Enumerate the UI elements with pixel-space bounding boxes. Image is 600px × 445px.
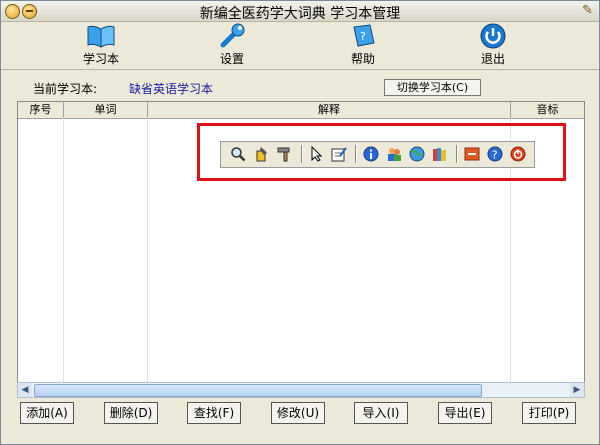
find-button[interactable]: 查找(F) — [187, 402, 241, 424]
switch-book-button[interactable]: 切换学习本(C) — [384, 79, 481, 96]
column-header-index[interactable]: 序号 — [18, 102, 64, 118]
toolbar-exit-label: 退出 — [480, 52, 505, 66]
toolbar-settings-label: 设置 — [219, 52, 244, 66]
svg-text:?: ? — [360, 30, 366, 43]
table-header: 序号 单词 解释 音标 — [18, 102, 584, 119]
toolbar-settings-button[interactable]: 设置 — [202, 23, 262, 67]
window-title: 新编全医药学大词典 学习本管理 — [199, 6, 401, 22]
column-divider — [147, 118, 148, 385]
toolbar-book-label: 学习本 — [82, 52, 119, 66]
power-icon — [480, 23, 506, 49]
current-book-label: 当前学习本: — [33, 82, 98, 96]
column-header-phonetic[interactable]: 音标 — [511, 102, 584, 118]
print-button[interactable]: 打印(P) — [522, 402, 576, 424]
column-header-word[interactable]: 单词 — [64, 102, 148, 118]
add-button[interactable]: 添加(A) — [20, 402, 74, 424]
column-divider — [63, 118, 64, 385]
toolbar-help-label: 帮助 — [350, 52, 375, 66]
horizontal-scrollbar[interactable]: ◀ ▶ — [17, 382, 585, 398]
export-button[interactable]: 导出(E) — [438, 402, 492, 424]
main-toolbar: 学习本 设置 ? 帮助 退出 — [1, 21, 599, 70]
main-window: 新编全医药学大词典 学习本管理 ✎ 学习本 设置 ? 帮助 退出 当前学习本: … — [0, 0, 600, 445]
current-book-value: 缺省英语学习本 — [129, 82, 214, 96]
pen-icon: ✎ — [582, 3, 593, 18]
toolbar-exit-button[interactable]: 退出 — [463, 23, 523, 67]
highlight-box — [197, 123, 566, 181]
column-header-definition[interactable]: 解释 — [148, 102, 511, 118]
wrench-icon — [220, 23, 245, 48]
delete-button[interactable]: 删除(D) — [104, 402, 158, 424]
title-bar: 新编全医药学大词典 学习本管理 ✎ — [1, 1, 599, 22]
toolbar-help-button[interactable]: ? 帮助 — [333, 23, 393, 67]
scroll-right-icon[interactable]: ▶ — [570, 383, 584, 397]
current-book-row: 当前学习本: 缺省英语学习本 切换学习本(C) — [1, 76, 599, 98]
book-icon — [87, 25, 115, 48]
edit-button[interactable]: 修改(U) — [271, 402, 325, 424]
scrollbar-thumb[interactable] — [34, 384, 482, 397]
import-button[interactable]: 导入(I) — [354, 402, 408, 424]
help-book-icon: ? — [353, 24, 375, 47]
toolbar-book-button[interactable]: 学习本 — [71, 23, 131, 67]
scroll-left-icon[interactable]: ◀ — [18, 383, 32, 397]
